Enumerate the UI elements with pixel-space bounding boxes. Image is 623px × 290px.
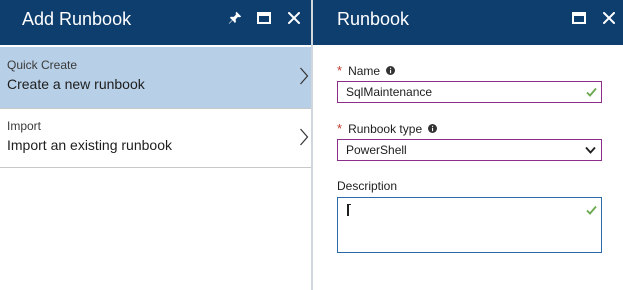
required-indicator: * [337,63,343,78]
chevron-right-icon [300,128,309,146]
maximize-icon [257,12,271,24]
close-button[interactable] [285,9,303,27]
runbook-blade: Runbook * Name SqlMaintenance * Runbook … [313,0,623,290]
close-icon [288,12,300,24]
maximize-button[interactable] [570,9,588,27]
required-indicator: * [337,121,343,136]
add-runbook-header: Add Runbook [0,0,311,45]
checkmark-icon [586,87,597,97]
runbook-type-value: PowerShell [346,143,407,157]
info-icon[interactable] [386,66,396,75]
description-textarea[interactable] [337,197,602,253]
name-field[interactable]: SqlMaintenance [337,81,602,103]
runbook-title: Runbook [337,9,410,29]
menu-divider [0,167,311,168]
quick-create-label: Create a new runbook [7,76,145,92]
description-label-row: Description [337,179,397,193]
add-runbook-blade: Add Runbook Quick Create Create a new ru… [0,0,311,290]
checkmark-icon [586,205,597,215]
chevron-down-icon [585,146,596,154]
close-icon [603,12,615,24]
description-label: Description [337,179,398,193]
runbook-type-label: Runbook type [348,121,423,136]
quick-create-subtitle: Quick Create [7,58,78,72]
text-cursor [347,204,351,216]
pin-button[interactable] [226,9,244,27]
maximize-button[interactable] [255,9,273,27]
add-runbook-title: Add Runbook [22,9,132,29]
name-label: Name [348,63,381,78]
import-subtitle: Import [7,119,42,133]
import-label: Import an existing runbook [7,137,172,153]
info-icon[interactable] [428,124,438,133]
name-value: SqlMaintenance [346,85,433,99]
maximize-icon [572,12,586,24]
pin-icon [228,11,242,24]
close-button[interactable] [600,9,618,27]
chevron-right-icon [300,67,309,85]
name-label-row: * Name [337,63,396,78]
quick-create-item[interactable]: Quick Create Create a new runbook [0,47,311,108]
import-item[interactable]: Import Import an existing runbook [0,108,311,169]
runbook-type-label-row: * Runbook type [337,121,438,136]
runbook-type-select[interactable]: PowerShell [337,139,602,161]
runbook-header: Runbook [313,0,623,45]
